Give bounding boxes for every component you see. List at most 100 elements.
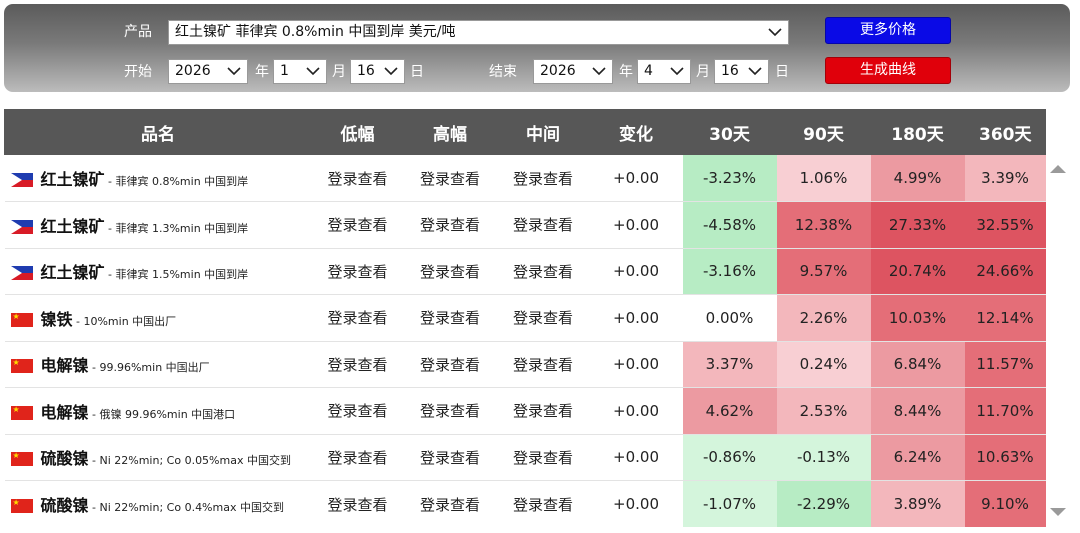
change-90d: 2.26% — [776, 294, 871, 341]
mid-price-login-link[interactable]: 登录查看 — [496, 433, 590, 481]
table-row[interactable]: ★ 镍铁 - 10%min 中国出厂 登录查看 登录查看 登录查看 +0.00 0.00% 2… — [4, 294, 1046, 341]
more-price-button[interactable]: 更多价格 — [825, 17, 951, 44]
philippines-flag-icon — [10, 219, 33, 234]
low-price-login-link[interactable]: 登录查看 — [311, 480, 404, 527]
change-360d: 11.57% — [964, 340, 1046, 388]
low-price-login-link[interactable]: 登录查看 — [311, 433, 404, 481]
change-30d: -1.07% — [682, 480, 777, 527]
high-price-login-link[interactable]: 登录查看 — [403, 247, 497, 295]
change-30d: -3.23% — [682, 155, 777, 202]
header-low: 低幅 — [311, 109, 404, 155]
change-90d: 9.57% — [776, 247, 871, 295]
header-30d: 30天 — [682, 109, 777, 155]
product-name-cell[interactable]: ★ 硫酸镍 - Ni 22%min; Co 0.05%max 中国交到 — [4, 433, 312, 481]
control-panel: 产品 红土镍矿 菲律宾 0.8%min 中国到岸 美元/吨 更多价格 开始 20… — [4, 4, 1070, 92]
product-name[interactable]: 红土镍矿 — [41, 263, 105, 282]
low-price-login-link[interactable]: 登录查看 — [311, 340, 404, 388]
start-day-select[interactable]: 16 — [350, 59, 405, 84]
change-360d: 12.14% — [964, 294, 1046, 341]
table-row[interactable]: ★ 硫酸镍 - Ni 22%min; Co 0.4%max 中国交到 登录查看 登录查… — [4, 480, 1046, 527]
product-separator: - — [104, 175, 116, 188]
product-name[interactable]: 硫酸镍 — [41, 496, 89, 515]
end-year-value: 2026 — [540, 63, 576, 79]
mid-price-login-link[interactable]: 登录查看 — [496, 201, 590, 248]
change-30d: -3.16% — [682, 247, 777, 295]
mid-price-login-link[interactable]: 登录查看 — [497, 155, 590, 202]
philippines-flag-icon — [10, 266, 33, 281]
product-separator: - — [72, 314, 84, 328]
product-select[interactable]: 红土镍矿 菲律宾 0.8%min 中国到岸 美元/吨 — [168, 20, 789, 45]
change-value: +0.00 — [589, 247, 683, 295]
scroll-down-arrow-icon[interactable] — [1050, 508, 1066, 516]
end-day-select[interactable]: 16 — [714, 59, 769, 84]
high-price-login-link[interactable]: 登录查看 — [403, 433, 497, 481]
chevron-down-icon — [592, 67, 606, 76]
scrollbar[interactable] — [1047, 155, 1069, 527]
product-separator: - — [88, 454, 100, 468]
low-price-login-link[interactable]: 登录查看 — [311, 294, 404, 341]
change-180d: 27.33% — [870, 201, 965, 248]
table-row[interactable]: ★ 电解镍 - 99.96%min 中国出厂 登录查看 登录查看 登录查看 +0.00 3.… — [4, 340, 1046, 388]
product-name-cell[interactable]: ★ 电解镍 - 俄镍 99.96%min 中国港口 — [4, 387, 312, 434]
product-name[interactable]: 电解镍 — [41, 403, 89, 422]
start-label: 开始 — [124, 64, 152, 80]
high-price-login-link[interactable]: 登录查看 — [403, 340, 497, 388]
product-name[interactable]: 红土镍矿 — [41, 217, 105, 236]
product-name-cell[interactable]: 红土镍矿 - 菲律宾 1.3%min 中国到岸 — [4, 201, 312, 248]
low-price-login-link[interactable]: 登录查看 — [311, 247, 404, 295]
mid-price-login-link[interactable]: 登录查看 — [496, 340, 590, 388]
table-row[interactable]: ★ 硫酸镍 - Ni 22%min; Co 0.05%max 中国交到 登录查看 登录… — [4, 433, 1046, 481]
product-name-cell[interactable]: ★ 硫酸镍 - Ni 22%min; Co 0.4%max 中国交到 — [4, 480, 312, 527]
product-name[interactable]: 镍铁 — [41, 310, 73, 329]
high-price-login-link[interactable]: 登录查看 — [403, 294, 497, 341]
product-separator: - — [88, 501, 100, 514]
header-name: 品名 — [4, 109, 312, 155]
mid-price-login-link[interactable]: 登录查看 — [496, 387, 590, 434]
change-90d: -0.13% — [776, 433, 871, 481]
start-year-select[interactable]: 2026 — [168, 59, 248, 84]
table-row[interactable]: 红土镍矿 - 菲律宾 1.5%min 中国到岸 登录查看 登录查看 登录查看 +0.00… — [4, 247, 1046, 295]
product-name-cell[interactable]: ★ 电解镍 - 99.96%min 中国出厂 — [4, 340, 312, 388]
product-name-cell[interactable]: 红土镍矿 - 菲律宾 1.5%min 中国到岸 — [4, 247, 312, 295]
change-360d: 24.66% — [964, 247, 1046, 295]
mid-price-login-link[interactable]: 登录查看 — [496, 480, 590, 527]
change-90d: 2.53% — [776, 387, 871, 434]
start-month-select[interactable]: 1 — [273, 59, 327, 84]
change-180d: 6.24% — [870, 433, 965, 481]
end-year-select[interactable]: 2026 — [533, 59, 613, 84]
generate-curve-button[interactable]: 生成曲线 — [825, 57, 951, 84]
change-180d: 8.44% — [870, 387, 965, 434]
scroll-up-arrow-icon[interactable] — [1050, 165, 1066, 173]
product-name[interactable]: 硫酸镍 — [41, 449, 89, 468]
product-description: 99.96%min 中国出厂 — [99, 361, 210, 375]
end-month-select[interactable]: 4 — [637, 59, 691, 84]
mid-price-login-link[interactable]: 登录查看 — [496, 247, 590, 295]
high-price-login-link[interactable]: 登录查看 — [403, 387, 497, 434]
low-price-login-link[interactable]: 登录查看 — [311, 387, 404, 434]
change-90d: -2.29% — [776, 480, 871, 527]
table-row[interactable]: ★ 电解镍 - 俄镍 99.96%min 中国港口 登录查看 登录查看 登录查看 +0.0… — [4, 387, 1046, 434]
high-price-login-link[interactable]: 登录查看 — [403, 201, 497, 248]
product-separator: - — [104, 221, 116, 235]
change-180d: 6.84% — [870, 340, 965, 388]
high-price-login-link[interactable]: 登录查看 — [403, 480, 497, 527]
product-description: Ni 22%min; Co 0.4%max 中国交到 — [99, 501, 284, 514]
product-name-cell[interactable]: 红土镍矿 - 菲律宾 0.8%min 中国到岸 — [5, 155, 312, 202]
chevron-down-icon — [768, 28, 782, 37]
product-name[interactable]: 红土镍矿 — [41, 170, 105, 189]
end-day-value: 16 — [721, 63, 739, 79]
product-name-cell[interactable]: ★ 镍铁 - 10%min 中国出厂 — [4, 294, 312, 341]
low-price-login-link[interactable]: 登录查看 — [312, 155, 404, 202]
start-day-unit: 日 — [410, 64, 424, 80]
chevron-down-icon — [748, 67, 762, 76]
product-description: 菲律宾 0.8%min 中国到岸 — [115, 175, 249, 188]
product-name[interactable]: 电解镍 — [41, 356, 89, 375]
china-flag-icon: ★ — [10, 405, 33, 420]
price-table-container: 品名 低幅 高幅 中间 变化 30天 90天 180天 360天 红土镍矿 - … — [4, 109, 1046, 527]
change-30d: -4.58% — [682, 201, 777, 248]
low-price-login-link[interactable]: 登录查看 — [311, 201, 404, 248]
table-row[interactable]: 红土镍矿 - 菲律宾 0.8%min 中国到岸 登录查看 登录查看 登录查看 +0.00… — [5, 155, 1046, 202]
table-row[interactable]: 红土镍矿 - 菲律宾 1.3%min 中国到岸 登录查看 登录查看 登录查看 +0.00… — [4, 201, 1046, 248]
high-price-login-link[interactable]: 登录查看 — [404, 155, 497, 202]
mid-price-login-link[interactable]: 登录查看 — [496, 294, 590, 341]
